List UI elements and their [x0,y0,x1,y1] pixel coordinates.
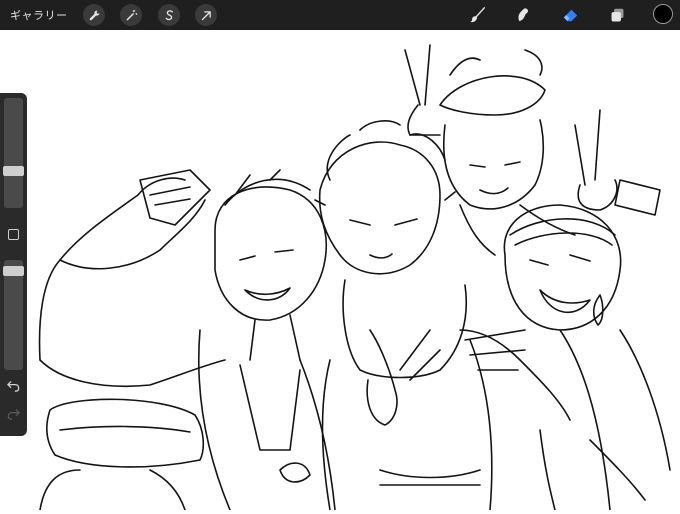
layers-button[interactable] [606,4,628,26]
modify-button[interactable] [8,229,19,240]
selection-button[interactable] [158,4,180,26]
selection-s-icon [165,9,173,20]
transform-button[interactable] [195,4,217,26]
gallery-button[interactable]: ギャラリー [10,7,68,23]
wrench-icon [89,10,99,20]
brush-size-thumb[interactable] [3,166,24,176]
opacity-slider[interactable] [3,260,24,370]
adjustments-button[interactable] [120,4,142,26]
left-sidebar [0,93,27,436]
smudge-button[interactable] [512,4,534,26]
brush-button[interactable] [467,4,489,26]
actions-button[interactable] [83,4,105,26]
undo-icon[interactable] [6,379,21,394]
smudge-icon [518,8,529,22]
redo-icon[interactable] [6,407,21,422]
opacity-thumb[interactable] [3,266,24,276]
drawing-canvas[interactable] [0,30,680,511]
color-picker-button[interactable] [653,4,673,24]
eraser-icon [563,9,577,21]
eraser-button[interactable] [559,4,581,26]
arrow-cursor-icon [201,10,211,20]
top-toolbar: ギャラリー [0,0,680,30]
line-art-illustration [38,44,671,511]
layers-icon [611,8,623,21]
magic-wand-icon [126,9,137,20]
brush-icon [470,7,486,23]
brush-size-slider[interactable] [3,98,24,208]
